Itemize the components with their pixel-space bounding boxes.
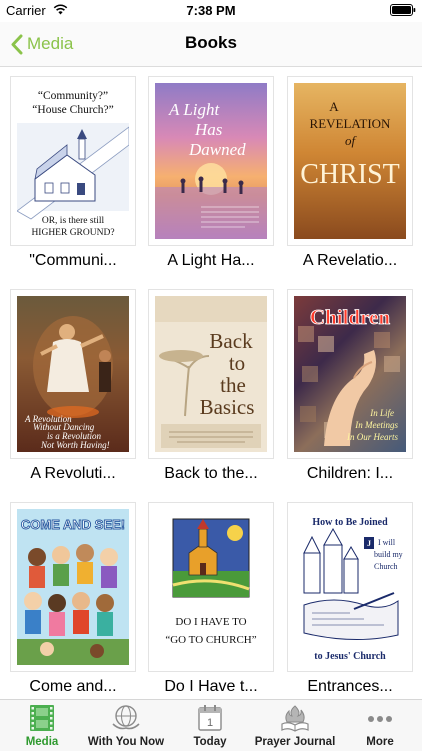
book-tile-community[interactable]: “Community?” “House Church?” OR, is ther… [10, 76, 136, 290]
book-cover-frame: Children In Life In Meetings In Our Hear… [287, 289, 413, 459]
tab-prayer-journal[interactable]: Prayer Journal [252, 700, 338, 751]
cover-community-line3: OR, is there still [42, 216, 105, 226]
navigation-bar: Media Books [0, 22, 422, 67]
book-title: Back to the... [164, 465, 258, 482]
book-title: Come and... [29, 678, 117, 695]
svg-text:J: J [367, 539, 371, 548]
tab-with-you-now-label: With You Now [87, 736, 165, 748]
cover-basics-line4: Basics [200, 395, 255, 419]
cover-children-line1: Children [310, 305, 390, 329]
cover-come-line1: COME AND SEE! [21, 517, 125, 532]
cover-light-line1: A Light [168, 100, 221, 119]
book-cover-entrances: How to Be Joined J I will build my Churc… [294, 509, 406, 665]
tab-more[interactable]: More [338, 700, 422, 751]
book-title: Entrances... [307, 678, 393, 695]
book-tile-a-light-has-dawned[interactable]: A Light Has Dawned A Light Ha... [148, 76, 274, 290]
book-tile-a-revolution[interactable]: A Revolution Without Dancing is a Revolu… [10, 289, 136, 503]
cover-revelation-line4: CHRIST [300, 159, 400, 190]
book-title: A Revoluti... [30, 465, 116, 482]
book-cover-do-i-have-to-go-to-church: DO I HAVE TO “GO TO CHURCH” [155, 509, 267, 665]
book-tile-back-to-the-basics[interactable]: Back to the Basics Back to the... [148, 289, 274, 503]
tab-today-label: Today [193, 736, 227, 748]
tab-prayer-journal-label: Prayer Journal [254, 736, 336, 748]
book-cover-frame: How to Be Joined J I will build my Churc… [287, 502, 413, 672]
cover-joined-line2: I will [378, 538, 396, 547]
book-tile-do-i-have-to-go-to-church[interactable]: DO I HAVE TO “GO TO CHURCH” Do I Have t.… [148, 502, 274, 699]
book-cover-come-and-see: COME AND SEE! [17, 509, 129, 665]
book-cover-frame: A REVELATION of CHRIST [287, 76, 413, 246]
revelation-cover-art: A REVELATION of CHRIST [300, 99, 400, 190]
book-cover-children: Children In Life In Meetings In Our Hear… [294, 296, 406, 452]
book-cover-frame: “Community?” “House Church?” OR, is ther… [10, 76, 136, 246]
more-dots-icon [368, 716, 392, 722]
book-tile-children[interactable]: Children In Life In Meetings In Our Hear… [287, 289, 413, 503]
revolution-cover-art: A Revolution Without Dancing is a Revolu… [24, 316, 113, 450]
book-cover-frame: A Light Has Dawned [148, 76, 274, 246]
tab-media[interactable]: Media [0, 700, 84, 751]
book-cover-a-revolution: A Revolution Without Dancing is a Revolu… [17, 296, 129, 452]
cover-joined-line5: to Jesus' Church [314, 651, 386, 662]
book-title: Do I Have t... [164, 678, 258, 695]
cover-light-line3: Dawned [188, 140, 246, 159]
cover-revelation-line1: A [329, 99, 339, 114]
cover-children-line3: In Meetings [354, 420, 398, 430]
status-time: 7:38 PM [186, 3, 236, 18]
book-cover-community: “Community?” “House Church?” OR, is ther… [17, 83, 129, 239]
globe-hands-icon [112, 705, 140, 730]
cover-children-line2: In Life [369, 408, 394, 418]
cover-revelation-line3: of [345, 133, 358, 148]
cover-community-line2: “House Church?” [32, 104, 113, 116]
tab-today[interactable]: 1 Today [168, 700, 252, 751]
cover-joined-line4: Church [374, 562, 398, 571]
book-title: "Communi... [29, 252, 117, 269]
book-cover-a-revelation-of-christ: A REVELATION of CHRIST [294, 83, 406, 239]
book-tile-entrances[interactable]: How to Be Joined J I will build my Churc… [287, 502, 413, 699]
film-strip-icon [30, 705, 54, 731]
battery-icon [390, 4, 416, 16]
page-title: Books [185, 33, 237, 52]
cover-community-line1: “Community?” [38, 90, 108, 102]
book-title: A Revelatio... [302, 252, 398, 269]
cover-basics-line1: Back [209, 329, 253, 353]
cover-light-line2: Has [194, 120, 223, 139]
cover-basics-line2: to [229, 351, 245, 375]
book-cover-frame: DO I HAVE TO “GO TO CHURCH” [148, 502, 274, 672]
church-cover-art: DO I HAVE TO “GO TO CHURCH” [165, 518, 257, 646]
community-cover-art: “Community?” “House Church?” OR, is ther… [17, 90, 129, 238]
cover-community-line4: HIGHER GROUND? [31, 228, 114, 238]
cover-church-line1: DO I HAVE TO [175, 616, 246, 628]
cover-joined-line1: How to Be Joined [312, 517, 388, 528]
basics-cover-art: Back to the Basics [155, 296, 267, 448]
svg-text:1: 1 [207, 717, 213, 729]
book-tile-come-and-see[interactable]: COME AND SEE! Come and... [10, 502, 136, 699]
cover-joined-line3: build my [374, 550, 403, 559]
tab-bar: Media With You Now 1 Today Prayer Journa… [0, 699, 422, 751]
cover-church-line2: “GO TO CHURCH” [165, 634, 256, 646]
flame-book-icon [281, 705, 309, 732]
book-cover-back-to-the-basics: Back to the Basics [155, 296, 267, 452]
tab-more-label: More [366, 736, 394, 748]
status-bar: Carrier 7:38 PM [0, 0, 422, 22]
cover-revolution-line4: Not Worth Having! [40, 440, 110, 450]
book-cover-frame: A Revolution Without Dancing is a Revolu… [10, 289, 136, 459]
book-title: Children: I... [306, 465, 394, 482]
book-cover-frame: Back to the Basics [148, 289, 274, 459]
book-cover-frame: COME AND SEE! [10, 502, 136, 672]
joined-cover-art: How to Be Joined J I will build my Churc… [303, 517, 403, 662]
tab-with-you-now[interactable]: With You Now [84, 700, 168, 751]
cover-revelation-line2: REVELATION [310, 116, 391, 131]
tab-media-label: Media [25, 736, 59, 748]
light-cover-art: A Light Has Dawned [155, 100, 267, 239]
cover-basics-line3: the [220, 373, 246, 397]
book-grid: “Community?” “House Church?” OR, is ther… [0, 67, 422, 699]
children-cover-art: Children In Life In Meetings In Our Hear… [298, 305, 400, 446]
book-title: A Light Ha... [167, 252, 255, 269]
book-cover-a-light-has-dawned: A Light Has Dawned [155, 83, 267, 239]
calendar-icon: 1 [198, 705, 222, 731]
cover-children-line4: In Our Hearts [346, 432, 398, 442]
book-tile-a-revelation-of-christ[interactable]: A REVELATION of CHRIST A Revelatio... [287, 76, 413, 290]
come-cover-art: COME AND SEE! [17, 517, 129, 665]
